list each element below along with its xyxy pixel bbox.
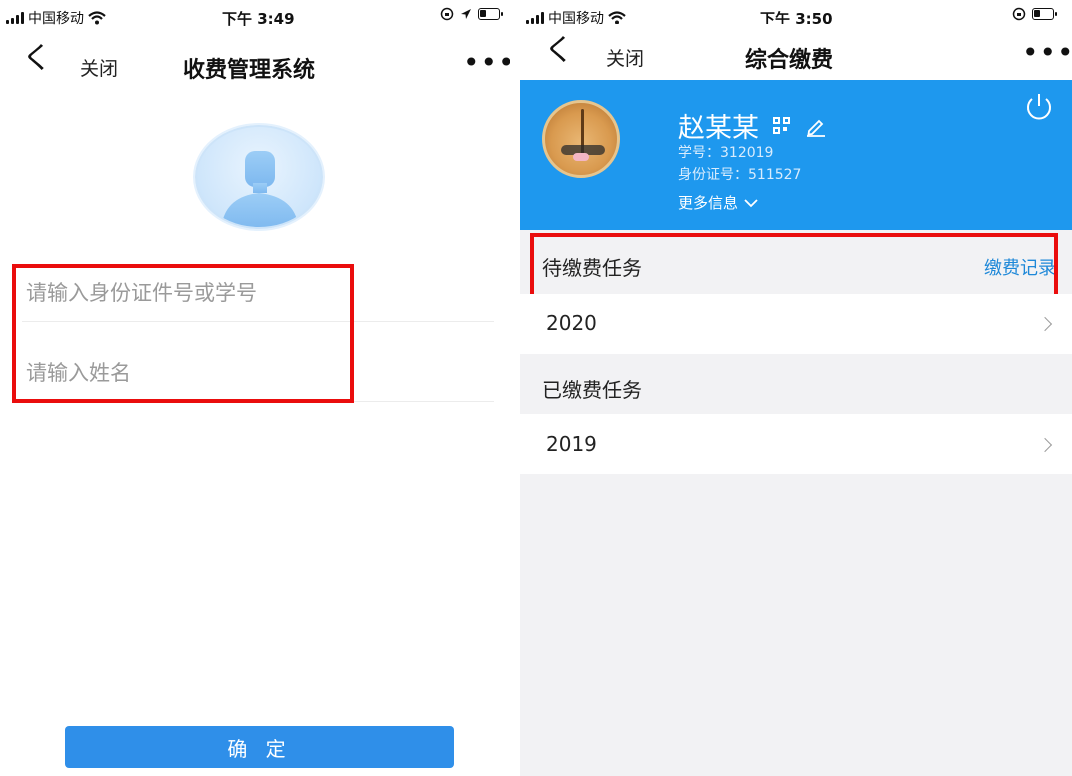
status-bar: 中国移动 下午 3:49 [0,0,510,32]
back-button[interactable]: く [544,36,574,66]
close-button[interactable]: 关闭 [606,44,644,71]
page-title: 收费管理系统 [183,58,316,83]
chevron-right-icon [1037,316,1053,332]
chevron-right-icon [1037,437,1053,453]
login-screen: 中国移动 下午 3:49 く 关闭 收费管理系统 ••• [0,0,510,776]
paid-tasks-header: 已缴费任务 [520,354,1072,414]
more-info-label: 更多信息 [678,194,739,212]
rotation-lock-icon [440,7,454,21]
close-button[interactable]: 关闭 [80,54,118,81]
name-input[interactable] [22,344,494,401]
id-number-field[interactable] [22,264,494,322]
status-right-icons [1012,7,1057,21]
edit-pencil-icon[interactable] [805,115,827,137]
location-icon [461,9,471,19]
chevron-down-icon [744,198,758,207]
id-card-number: 身份证号：511527 [678,167,802,183]
status-right-icons [440,7,503,21]
profile-name-row: 赵某某 [678,106,827,145]
signal-icon [6,12,24,24]
back-button[interactable]: く [22,44,52,74]
more-menu-button[interactable]: ••• [463,46,510,79]
more-info-toggle[interactable]: 更多信息 [678,192,758,213]
person-silhouette-icon [221,151,299,227]
student-id: 学号：312019 [678,145,774,161]
profile-photo [542,100,620,178]
pending-task-year: 2020 [546,311,597,335]
wifi-icon [88,11,106,25]
paid-task-year: 2019 [546,432,597,456]
pending-tasks-label: 待缴费任务 [542,256,642,280]
confirm-button[interactable]: 确 定 [65,726,454,768]
battery-icon [1032,8,1057,20]
signal-icon [526,12,544,24]
rotation-lock-icon [1012,7,1026,21]
payment-records-link[interactable]: 缴费记录 [984,254,1056,280]
carrier-label: 中国移动 [28,11,84,27]
carrier-indicator: 中国移动 [6,8,106,28]
more-menu-button[interactable]: ••• [1022,36,1072,69]
payment-screen: 中国移动 下午 3:50 く 关闭 综合缴费 ••• 赵某某 学号：312019… [520,0,1072,776]
name-field[interactable] [22,344,494,402]
battery-icon [478,8,503,20]
status-time: 下午 3:49 [222,10,295,28]
profile-card: 赵某某 学号：312019 身份证号：511527 更多信息 [520,80,1072,230]
nav-bar: く 关闭 收费管理系统 ••• [0,32,510,92]
pending-task-row[interactable]: 2020 [520,294,1072,354]
wifi-icon [608,11,626,25]
id-number-input[interactable] [22,264,494,321]
paid-task-row[interactable]: 2019 [520,414,1072,474]
pending-tasks-header: 待缴费任务 缴费记录 [520,230,1072,294]
nav-bar: く 关闭 综合缴费 ••• [520,24,1072,80]
user-avatar-icon [195,125,323,229]
page-title: 综合缴费 [745,48,834,73]
profile-name: 赵某某 [678,113,759,144]
power-logout-icon[interactable] [1022,90,1056,124]
qr-code-icon[interactable] [773,116,791,135]
paid-tasks-label: 已缴费任务 [542,378,642,402]
